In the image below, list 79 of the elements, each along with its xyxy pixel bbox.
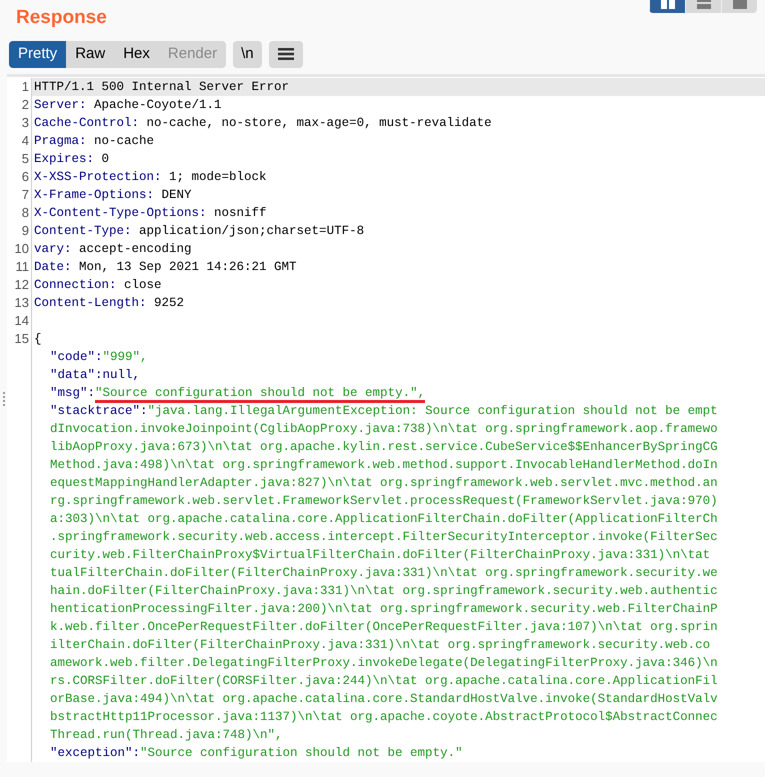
status-line: HTTP/1.1 500 Internal Server Error bbox=[34, 80, 290, 94]
header-name: X-Content-Type-Options: bbox=[34, 206, 207, 220]
header-value: 9252 bbox=[153, 296, 184, 310]
header-name: X-XSS-Protection: bbox=[34, 170, 162, 184]
header-value: application/json;charset=UTF-8 bbox=[138, 224, 364, 238]
line-number: 3 bbox=[22, 115, 29, 130]
header-value: 1; mode=block bbox=[168, 170, 267, 184]
view-tab[interactable]: Pretty bbox=[9, 40, 66, 68]
line-number: 14 bbox=[14, 313, 29, 328]
json-value: Thread.run(Thread.java:748)\n", bbox=[50, 728, 283, 742]
json-value: tualFilterChain.doFilter(FilterChainProxy.java:331)\n\tat org.springframework.security.we bbox=[50, 566, 718, 580]
header-name: Server: bbox=[34, 98, 87, 112]
columns-icon bbox=[660, 0, 674, 9]
json-value: rs.CORSFilter.doFilter(CORSFilter.java:244)\n\tat org.apache.catalina.core.ApplicationFil bbox=[50, 674, 718, 688]
line-number: 1 bbox=[22, 79, 29, 94]
json-value: henticationProcessingFilter.java:200)\n\tat org.springframework.security.web.FilterChainP bbox=[50, 602, 718, 616]
json-value: orBase.java:494)\n\tat org.apache.catalina.core.StandardHostValve.invoke(StandardHostValv bbox=[50, 692, 718, 706]
header-name: vary: bbox=[34, 242, 72, 256]
json-value: null, bbox=[102, 368, 140, 382]
header-value: no-cache, no-store, max-age=0, must-revalidate bbox=[146, 116, 492, 130]
view-tab[interactable]: Raw bbox=[66, 40, 114, 68]
json-value: "999", bbox=[102, 350, 148, 364]
header-name: X-Frame-Options: bbox=[34, 188, 154, 202]
line-number: 15 bbox=[14, 331, 29, 346]
json-value: amework.web.filter.DelegatingFilterProxy.invokeDelegate(DelegatingFilterProxy.java:346)\n bbox=[50, 656, 718, 670]
json-value: Method.java:498)\n\tat org.springframework.web.method.support.InvocableHandlerMethod.doIn bbox=[50, 458, 718, 472]
menu-button[interactable] bbox=[268, 40, 303, 68]
json-key: "code": bbox=[50, 350, 103, 364]
line-number: 11 bbox=[16, 259, 29, 274]
header-name: Cache-Control: bbox=[34, 116, 140, 130]
json-value: a:303)\n\tat org.apache.catalina.core.ApplicationFilterChain.doFilter(ApplicationFilterCh bbox=[50, 512, 718, 526]
json-value: hain.doFilter(FilterChainProxy.java:331)\n\tat org.springframework.security.web.authentic bbox=[50, 584, 718, 598]
line-number: 12 bbox=[14, 277, 29, 292]
view-tab[interactable]: Hex bbox=[114, 40, 159, 68]
json-value: ilterChain.doFilter(FilterChainProxy.java:331)\n\tat org.springframework.security.web.co bbox=[50, 638, 710, 652]
json-key: "exception": bbox=[50, 746, 140, 760]
json-value: rg.springframework.web.servlet.FrameworkServlet.processRequest(FrameworkServlet.java:970) bbox=[50, 494, 718, 508]
newline-toggle-button[interactable]: \n bbox=[233, 40, 262, 68]
menu-icon bbox=[278, 48, 294, 60]
line-number: 9 bbox=[22, 223, 29, 238]
header-name: Expires: bbox=[34, 152, 94, 166]
line-number: 4 bbox=[22, 133, 29, 148]
header-name: Pragma: bbox=[34, 134, 87, 148]
line-number: 5 bbox=[22, 151, 29, 166]
json-value: bstractHttp11Processor.java:1137)\n\tat org.apache.coyote.AbstractProtocol$AbstractConnec bbox=[50, 710, 718, 724]
line-number: 13 bbox=[14, 295, 29, 310]
line-number: 2 bbox=[22, 97, 29, 112]
json-value: libAopProxy.java:673)\n\tat org.apache.kylin.rest.service.CubeService$$EnhancerBySpringCG bbox=[50, 440, 718, 454]
line-number: 10 bbox=[14, 241, 29, 256]
json-value: k.web.filter.OncePerRequestFilter.doFilter(OncePerRequestFilter.java:107)\n\tat org.sprin bbox=[50, 620, 718, 634]
header-value: Mon, 13 Sep 2021 14:26:21 GMT bbox=[78, 260, 297, 274]
json-value: .springframework.security.web.access.intercept.FilterSecurityInterceptor.invoke(FilterSec bbox=[50, 530, 718, 544]
panel-title: Response bbox=[16, 6, 107, 30]
json-value: equestMappingHandlerAdapter.java:827)\n\tat org.springframework.web.servlet.mvc.method.an bbox=[50, 476, 718, 490]
drag-handle-icon[interactable] bbox=[3, 392, 7, 406]
line-number: 6 bbox=[22, 169, 29, 184]
header-value: no-cache bbox=[93, 134, 154, 148]
json-value: dInvocation.invokeJoinpoint(CglibAopProxy.java:738)\n\tat org.springframework.aop.framewo bbox=[50, 422, 718, 436]
line-number: 7 bbox=[22, 187, 29, 202]
header-name: Connection: bbox=[34, 278, 117, 292]
header-name: Date: bbox=[34, 260, 72, 274]
json-value: "java.lang.IllegalArgumentException: Source configuration should not be empt bbox=[148, 404, 718, 418]
rows-icon bbox=[696, 0, 710, 9]
header-value: accept-encoding bbox=[78, 242, 192, 256]
json-key: "msg": bbox=[50, 386, 96, 400]
header-value: nosniff bbox=[213, 206, 267, 220]
header-value: DENY bbox=[160, 188, 192, 202]
header-value: 0 bbox=[100, 152, 110, 166]
line-number: 8 bbox=[22, 205, 29, 220]
json-key: "data": bbox=[50, 368, 103, 382]
header-value: Apache-Coyote/1.1 bbox=[93, 98, 222, 112]
json-brace: { bbox=[34, 332, 42, 346]
json-value: "Source configuration should not be empty.", bbox=[95, 386, 426, 403]
header-value: close bbox=[123, 278, 162, 292]
header-name: Content-Length: bbox=[34, 296, 147, 310]
header-name: Content-Type: bbox=[34, 224, 132, 238]
json-value: "Source configuration should not be empty." bbox=[140, 746, 463, 760]
json-value: curity.web.FilterChainProxy$VirtualFilterChain.doFilter(FilterChainProxy.java:331)\n\tat bbox=[50, 548, 710, 562]
json-key: "stacktrace": bbox=[50, 404, 148, 418]
